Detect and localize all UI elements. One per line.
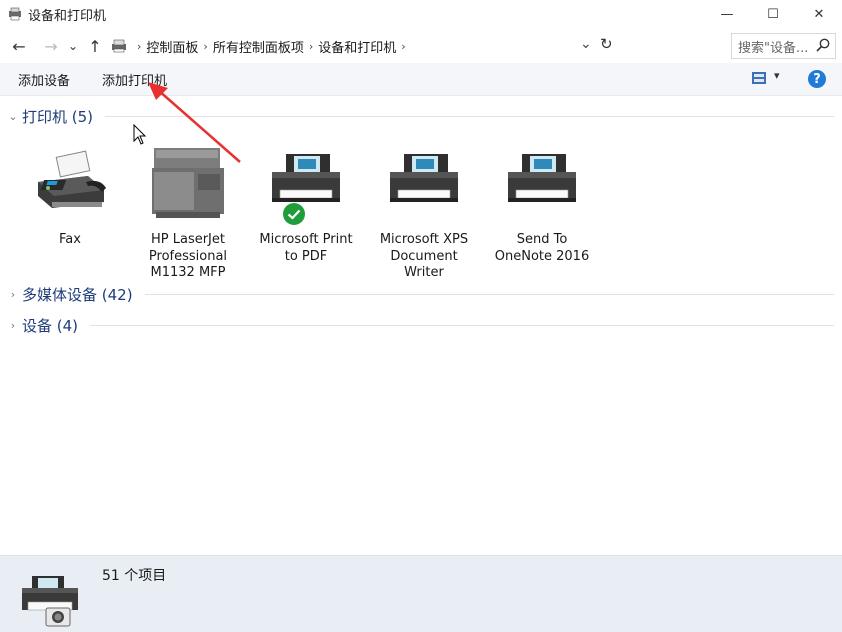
group-printers[interactable]: ⌄ 打印机 (5): [0, 105, 836, 127]
breadcrumb-all-items[interactable]: 所有控制面板项: [213, 37, 304, 56]
group-divider: [90, 324, 834, 326]
group-divider: [144, 293, 834, 295]
breadcrumb-separator[interactable]: ›: [309, 40, 313, 53]
title-bar: 设备和打印机 — ☐ ✕: [0, 0, 842, 28]
group-title[interactable]: 打印机 (5): [22, 106, 93, 127]
window-title: 设备和打印机: [28, 8, 107, 24]
address-dropdown-icon[interactable]: ⌄: [580, 36, 592, 52]
minimize-button[interactable]: —: [704, 0, 750, 28]
group-divider: [105, 115, 834, 117]
device-label-line1: Microsoft XPS: [379, 232, 469, 247]
mfp-printer-icon: [152, 148, 224, 218]
printer-icon: [390, 154, 458, 202]
back-button[interactable]: ←: [8, 34, 30, 58]
device-hp-laserjet[interactable]: HP LaserJet Professional M1132 MFP: [129, 142, 247, 282]
chevron-down-icon[interactable]: ⌄: [6, 110, 20, 123]
maximize-button[interactable]: ☐: [750, 0, 796, 28]
device-label-line1: Microsoft Print: [259, 232, 353, 247]
group-title[interactable]: 多媒体设备 (42): [22, 284, 133, 305]
device-microsoft-xps-writer[interactable]: Microsoft XPS Document Writer: [365, 142, 483, 282]
device-fax[interactable]: Fax: [11, 142, 129, 249]
device-label-line2: to PDF: [284, 248, 328, 264]
search-input[interactable]: 搜索"设备...: [731, 33, 836, 59]
status-bar: 51 个项目: [0, 555, 842, 632]
chevron-right-icon[interactable]: ›: [6, 288, 20, 301]
breadcrumb-devices-printers[interactable]: 设备和打印机: [318, 37, 396, 56]
device-send-to-onenote[interactable]: Send To OneNote 2016: [483, 142, 601, 265]
forward-button[interactable]: →: [40, 34, 62, 58]
device-label-line2: OneNote 2016: [494, 248, 590, 264]
search-icon[interactable]: [815, 37, 831, 53]
fax-icon: [38, 150, 106, 208]
devices-printers-app-icon: [9, 7, 21, 21]
add-printer-button[interactable]: 添加打印机: [102, 70, 167, 89]
device-microsoft-print-to-pdf[interactable]: Microsoft Print to PDF: [247, 142, 365, 265]
device-label: Fax: [59, 232, 81, 247]
command-bar: 添加设备 添加打印机 ▾ ?: [0, 63, 842, 96]
add-device-button[interactable]: 添加设备: [18, 70, 70, 89]
search-placeholder: 搜索"设备...: [738, 40, 809, 56]
breadcrumb-separator[interactable]: ›: [137, 40, 141, 53]
breadcrumb-separator[interactable]: ›: [401, 40, 405, 53]
device-label-line3: M1132 MFP: [150, 265, 226, 280]
group-title[interactable]: 设备 (4): [22, 315, 78, 336]
device-label-line2: Professional: [148, 248, 228, 264]
device-label-line3: Writer: [404, 265, 444, 280]
device-label-line1: Send To: [516, 232, 568, 247]
control-panel-icon: [112, 39, 126, 53]
close-button[interactable]: ✕: [796, 0, 842, 28]
default-printer-check-icon: [283, 203, 305, 225]
help-button[interactable]: ?: [808, 70, 826, 88]
navigation-bar: ← → ⌄ ↑ › 控制面板 › 所有控制面板项 › 设备和打印机 › ⌄ ↻: [0, 30, 842, 62]
printer-icon: [272, 154, 340, 202]
address-bar[interactable]: › 控制面板 › 所有控制面板项 › 设备和打印机 ›: [110, 33, 730, 59]
chevron-right-icon[interactable]: ›: [6, 319, 20, 332]
up-button[interactable]: ↑: [84, 34, 106, 58]
printer-camera-icon: [22, 576, 78, 627]
change-view-icon[interactable]: [752, 72, 766, 84]
refresh-icon[interactable]: ↻: [600, 35, 613, 53]
group-multimedia[interactable]: › 多媒体设备 (42): [0, 283, 836, 305]
mouse-cursor-icon: [133, 124, 147, 145]
window-controls: — ☐ ✕: [704, 0, 842, 28]
device-label-line2: Document: [390, 248, 458, 264]
item-count: 51 个项目: [102, 568, 167, 584]
recent-locations-button[interactable]: ⌄: [62, 34, 84, 58]
breadcrumb-control-panel[interactable]: 控制面板: [146, 37, 198, 56]
printer-icon: [508, 154, 576, 202]
view-options-dropdown[interactable]: ▾: [774, 69, 780, 82]
breadcrumb-separator[interactable]: ›: [203, 40, 207, 53]
group-devices[interactable]: › 设备 (4): [0, 314, 836, 336]
device-label-line1: HP LaserJet: [150, 232, 225, 247]
